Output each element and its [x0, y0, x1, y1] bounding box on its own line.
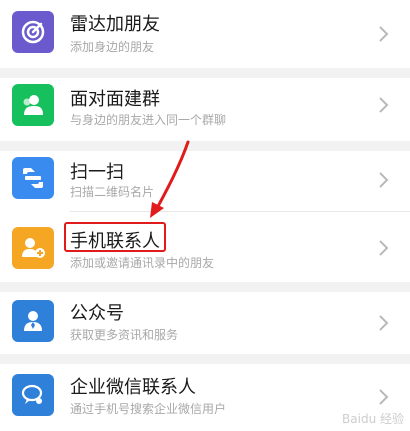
chevron-right-icon: [376, 314, 390, 332]
phone-contacts-icon: [12, 227, 54, 269]
list-item-official-account[interactable]: 公众号 获取更多资讯和服务: [0, 292, 410, 354]
item-subtitle: 添加或邀请通讯录中的朋友: [70, 256, 215, 270]
list-item-radar[interactable]: 雷达加朋友 添加身边的朋友: [0, 0, 410, 68]
section-gap: [0, 68, 410, 78]
section-gap: [0, 354, 410, 364]
section-gap: [0, 141, 410, 151]
watermark: Baidu 经验: [342, 412, 404, 426]
chevron-right-icon: [376, 25, 390, 43]
item-title: 雷达加朋友: [70, 14, 160, 35]
chevron-right-icon: [376, 96, 390, 114]
face-to-face-group-icon: [12, 84, 54, 126]
red-arrow-annotation: [150, 140, 190, 218]
radar-icon: [12, 11, 54, 53]
item-subtitle: 获取更多资讯和服务: [70, 328, 179, 342]
scan-icon: [12, 157, 54, 199]
chevron-right-icon: [376, 171, 390, 189]
item-title: 公众号: [70, 303, 124, 324]
list-item-scan[interactable]: 扫一扫 扫描二维码名片: [0, 151, 410, 211]
list-item-face-to-face-group[interactable]: 面对面建群 与身边的朋友进入同一个群聊: [0, 78, 410, 141]
highlight-box: [64, 222, 166, 252]
item-title: 企业微信联系人: [70, 377, 196, 398]
chevron-right-icon: [376, 388, 390, 406]
wecom-contact-icon: [12, 374, 54, 416]
official-account-icon: [12, 300, 54, 342]
list-item-phone-contacts[interactable]: 手机联系人 添加或邀请通讯录中的朋友: [0, 212, 410, 282]
item-subtitle: 添加身边的朋友: [70, 40, 155, 54]
section-gap: [0, 282, 410, 292]
item-subtitle: 通过手机号搜索企业微信用户: [70, 402, 227, 416]
item-title: 面对面建群: [70, 89, 160, 110]
chevron-right-icon: [376, 239, 390, 257]
item-subtitle: 与身边的朋友进入同一个群聊: [70, 113, 227, 127]
item-title: 扫一扫: [70, 162, 124, 183]
